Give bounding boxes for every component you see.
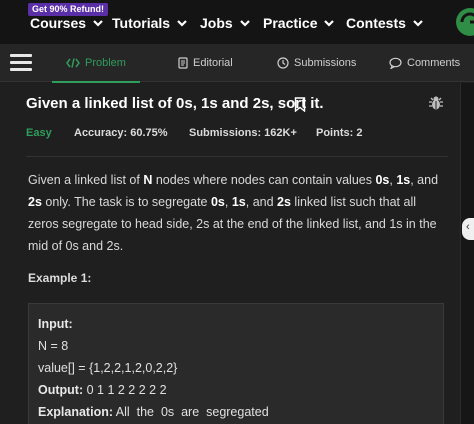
nav-jobs-label: Jobs	[200, 15, 233, 31]
chevron-down-icon	[93, 20, 103, 27]
example-box: Input: N = 8 value[] = {1,2,2,1,2,0,2,2}…	[28, 303, 444, 424]
nav-tutorials-label: Tutorials	[112, 15, 171, 31]
nav-jobs[interactable]: Jobs	[200, 15, 251, 31]
bug-icon[interactable]	[428, 95, 444, 111]
chevron-left-icon: ‹	[466, 221, 470, 233]
example-output-line: Output: 0 1 1 2 2 2 2 2	[38, 383, 167, 397]
tab-editorial[interactable]: Editorial	[178, 44, 233, 82]
chevron-down-icon	[324, 20, 335, 27]
divider	[26, 156, 448, 157]
difficulty-badge: Easy	[26, 127, 52, 139]
example-heading: Example 1:	[28, 271, 92, 285]
nav-courses-label: Courses	[30, 15, 87, 31]
chevron-down-icon	[413, 20, 423, 27]
tab-editorial-label: Editorial	[193, 57, 233, 69]
example-explanation-line: Explanation: All the 0s are segregated	[38, 405, 269, 419]
nav-contests[interactable]: Contests	[346, 15, 424, 31]
nav-practice-label: Practice	[263, 15, 318, 31]
problem-panel: Given a linked list of 0s, 1s and 2s, so…	[0, 83, 460, 424]
clock-icon	[277, 57, 289, 69]
problem-tabs-bar: Problem Editorial Submissions Comments	[0, 44, 474, 83]
nav-tutorials[interactable]: Tutorials	[112, 15, 188, 31]
chevron-down-icon	[177, 20, 187, 27]
comment-icon	[389, 57, 402, 69]
tab-problem-label: Problem	[85, 57, 126, 69]
problem-description: Given a linked list of N nodes where nod…	[28, 173, 439, 253]
tab-submissions-label: Submissions	[294, 57, 357, 69]
gfg-logo-icon[interactable]	[452, 4, 474, 40]
tab-submissions[interactable]: Submissions	[277, 44, 356, 82]
submissions-stat: Submissions: 162K+	[189, 127, 297, 139]
points-stat: Points: 2	[316, 127, 363, 139]
problem-title: Given a linked list of 0s, 1s and 2s, so…	[26, 95, 324, 112]
bookmark-icon[interactable]	[294, 97, 306, 112]
example-value-line: value[] = {1,2,2,1,2,0,2,2}	[38, 361, 178, 375]
nav-courses[interactable]: Courses	[30, 15, 104, 31]
collapse-panel-button[interactable]: ‹	[462, 218, 474, 240]
document-icon	[178, 57, 188, 69]
nav-contests-label: Contests	[346, 15, 406, 31]
nav-practice[interactable]: Practice	[263, 15, 335, 31]
menu-icon[interactable]	[10, 54, 32, 72]
example-input-label: Input:	[38, 317, 73, 331]
chevron-down-icon	[239, 20, 250, 27]
tab-comments-label: Comments	[407, 57, 461, 69]
top-navbar: Get 90% Refund! Courses Tutorials Jobs P…	[0, 0, 474, 44]
accuracy-stat: Accuracy: 60.75%	[74, 127, 168, 139]
panel-divider[interactable]	[460, 83, 474, 424]
code-icon	[66, 58, 80, 68]
tab-comments[interactable]: Comments	[389, 44, 460, 82]
tab-problem[interactable]: Problem	[52, 44, 140, 83]
example-n-line: N = 8	[38, 339, 69, 353]
